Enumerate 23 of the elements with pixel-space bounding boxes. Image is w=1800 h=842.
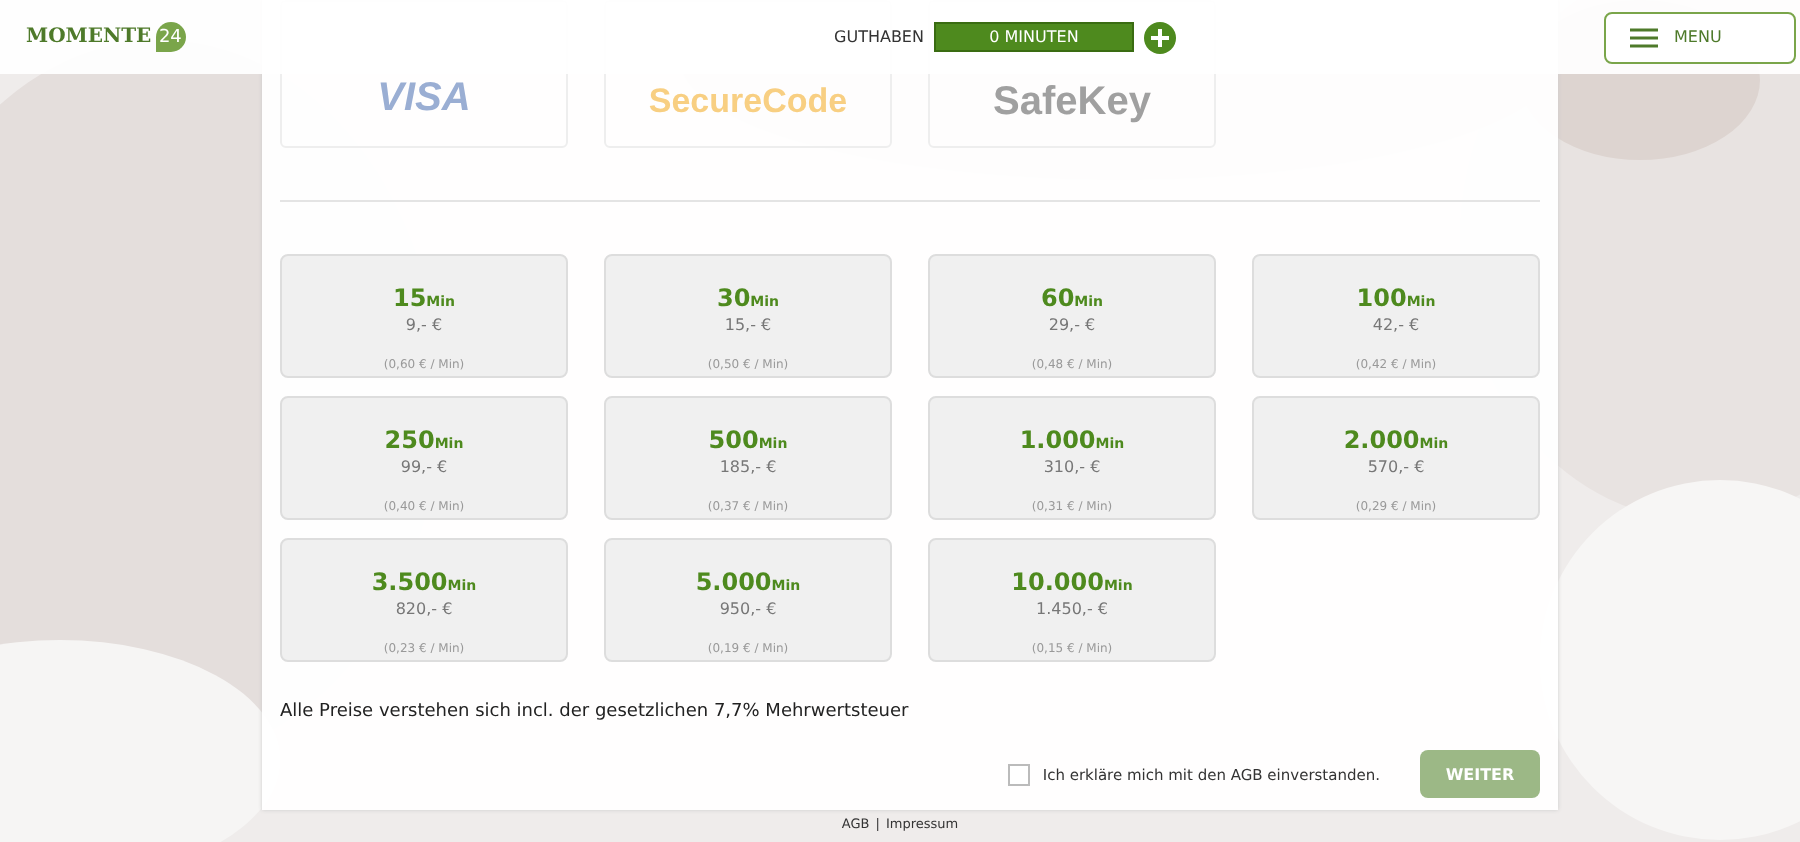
- vat-note: Alle Preise verstehen sich incl. der gesetzlichen 7,7% Mehrwertsteuer: [280, 702, 911, 722]
- package-price: 1.450,- €: [1036, 600, 1108, 620]
- package-price: 570,- €: [1367, 458, 1425, 478]
- package-price: 15,- €: [724, 316, 772, 336]
- menu-button[interactable]: MENU: [1604, 11, 1796, 63]
- package-price: 42,- €: [1372, 316, 1420, 336]
- package-price: 310,- €: [1043, 458, 1101, 478]
- logo-text: MOMENTE: [26, 26, 152, 48]
- balance-label: GUTHABEN: [834, 28, 924, 46]
- package-price: 950,- €: [719, 600, 777, 620]
- menu-icon: [1630, 27, 1658, 47]
- package-price: 29,- €: [1048, 316, 1096, 336]
- package-price: 9,- €: [405, 316, 443, 336]
- logo-badge: 24: [155, 22, 186, 52]
- package-price: 820,- €: [395, 600, 453, 620]
- package-price: 99,- €: [400, 458, 448, 478]
- balance-bar: 0 MINUTEN: [933, 22, 1134, 52]
- payment-logo: VISA: [377, 76, 471, 122]
- add-icon[interactable]: [1143, 21, 1176, 53]
- payment-logo: SafeKey: [993, 80, 1151, 126]
- agb-checkbox[interactable]: [1008, 763, 1031, 785]
- payment-logo: SecureCode: [648, 82, 848, 122]
- package-price: 185,- €: [719, 458, 777, 478]
